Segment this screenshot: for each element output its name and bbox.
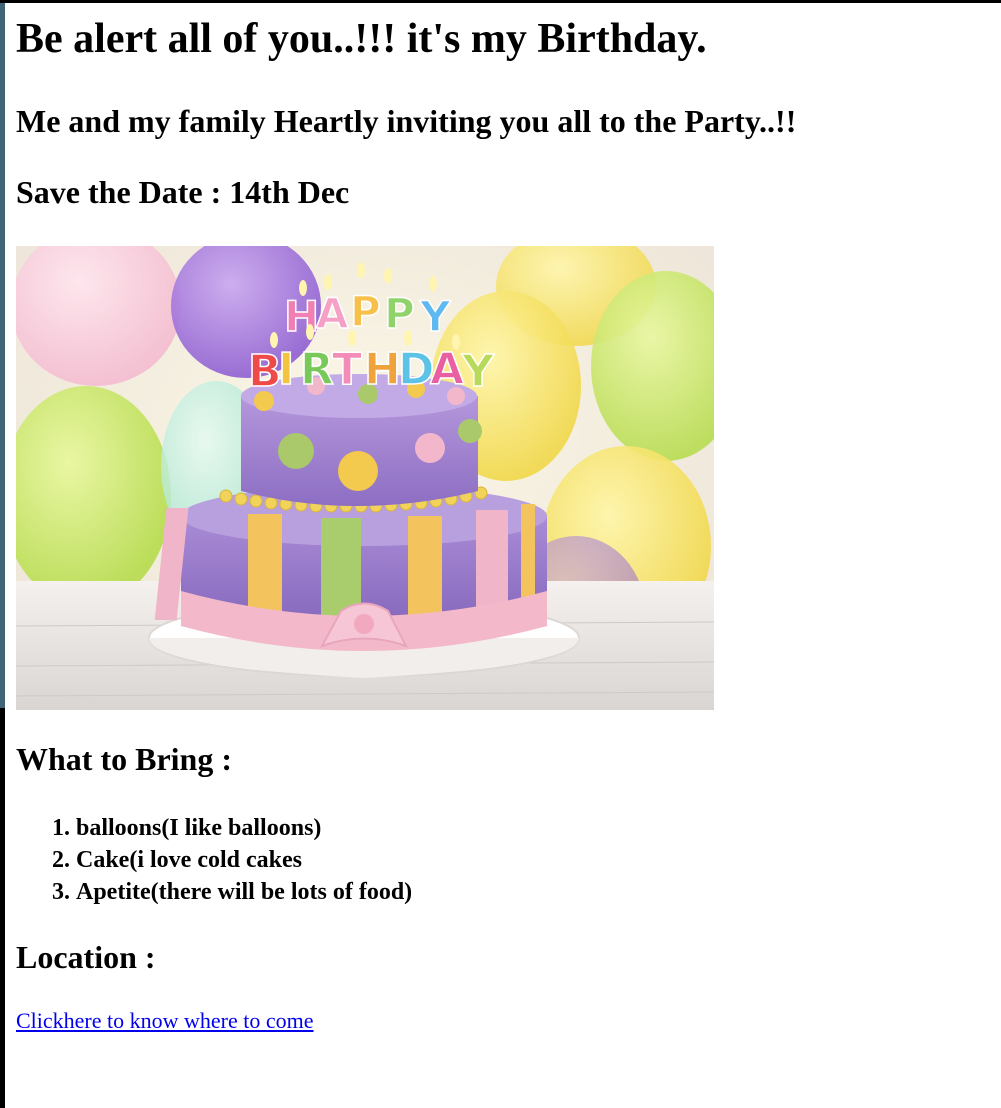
svg-text:A: A xyxy=(430,344,464,395)
svg-text:P: P xyxy=(350,287,381,336)
svg-text:R: R xyxy=(300,344,334,395)
window-left-border-tint xyxy=(0,3,5,708)
svg-text:I: I xyxy=(278,344,294,395)
svg-text:B: B xyxy=(248,346,282,397)
page-title: Be alert all of you..!!! it's my Birthda… xyxy=(16,16,707,62)
bring-list: balloons(I like balloons) Cake(i love co… xyxy=(16,812,412,908)
list-item: balloons(I like balloons) xyxy=(76,812,412,844)
what-to-bring-heading: What to Bring : xyxy=(16,741,232,777)
location-link[interactable]: Clickhere to know where to come xyxy=(16,1008,314,1034)
svg-text:Y: Y xyxy=(461,346,495,397)
svg-text:Y: Y xyxy=(419,292,451,341)
list-item: Cake(i love cold cakes xyxy=(76,844,412,876)
list-item: Apetite(there will be lots of food) xyxy=(76,876,412,908)
svg-text:P: P xyxy=(384,289,415,338)
location-heading: Location : xyxy=(16,939,156,975)
svg-text:T: T xyxy=(332,344,362,395)
svg-text:H: H xyxy=(364,344,401,395)
birthday-cake-illustration: H A P P Y B I R T H D A Y xyxy=(16,246,714,710)
window-top-border xyxy=(0,0,1001,3)
invitation-heading: Me and my family Heartly inviting you al… xyxy=(16,103,797,139)
save-the-date-heading: Save the Date : 14th Dec xyxy=(16,174,350,210)
svg-text:A: A xyxy=(316,289,349,338)
birthday-cake-image: H A P P Y B I R T H D A Y xyxy=(16,246,714,710)
